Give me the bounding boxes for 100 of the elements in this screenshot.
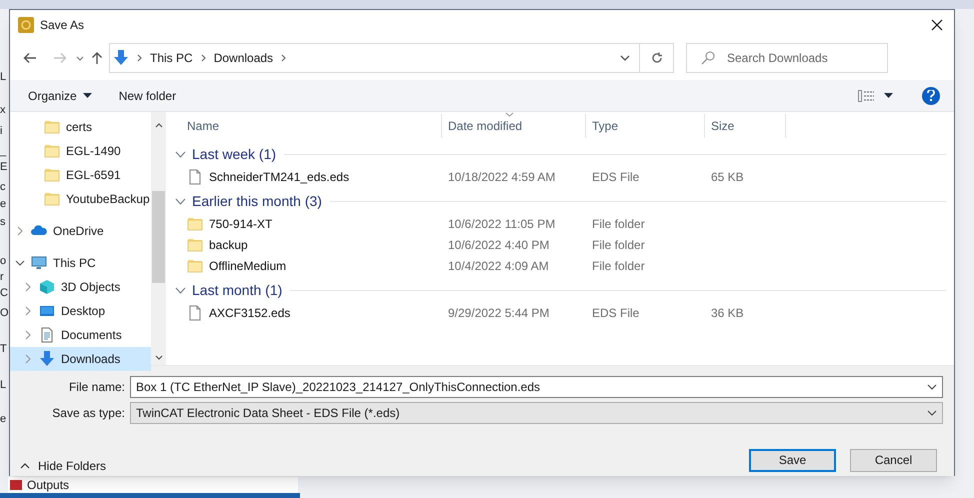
folder-icon — [187, 216, 203, 232]
app-text: c — [0, 180, 6, 194]
chevron-right-icon — [200, 54, 206, 62]
app-tree-item[interactable]: Outputs — [8, 477, 298, 493]
arrow-left-icon — [23, 52, 37, 64]
folder-icon — [44, 191, 60, 207]
app-text: _ — [0, 144, 6, 158]
file-name: AXCF3152.eds — [209, 304, 290, 322]
nav-item[interactable]: 3D Objects — [10, 275, 151, 299]
group-header[interactable]: Last week (1) — [169, 142, 946, 166]
chevron-down-icon — [76, 56, 84, 60]
column-header[interactable]: Date modified — [442, 114, 586, 138]
chevron-right-icon[interactable] — [23, 306, 33, 316]
chevron-down-icon — [155, 355, 163, 360]
column-header[interactable]: Type — [586, 114, 705, 138]
hide-folders-button[interactable]: Hide Folders — [18, 456, 108, 476]
chevron-right-icon[interactable] — [23, 330, 33, 340]
field-label: File name: — [68, 379, 126, 396]
chevron-up-icon — [155, 123, 163, 128]
nav-item[interactable]: EGL-6591 — [10, 163, 151, 187]
search-input[interactable]: Search Downloads — [727, 49, 877, 67]
file-row[interactable]: AXCF3152.eds 9/29/2022 5:44 PM EDS File 36 KB — [169, 302, 946, 323]
dialog-button[interactable]: Save — [749, 448, 836, 472]
nav-item[interactable]: Documents — [10, 323, 151, 347]
chevron-down-icon — [175, 198, 186, 204]
dialog-button[interactable]: Cancel — [850, 448, 937, 472]
app-text: O — [0, 306, 9, 320]
file-size: 36 KB — [711, 306, 744, 320]
file-row[interactable]: SchneiderTM241_eds.eds 10/18/2022 4:59 AM EDS File 65 KB — [169, 166, 946, 187]
file-name-input[interactable]: Box 1 (TC EtherNet_IP Slave)_20221023_214127_OnlyThisConnection.eds — [131, 378, 927, 396]
file-type: File folder — [592, 258, 645, 272]
caret-down-icon — [884, 93, 893, 98]
tree-label: Outputs — [27, 477, 70, 494]
scrollbar-thumb[interactable] — [152, 191, 165, 283]
download-arrow-icon — [113, 50, 129, 66]
chevron-right-icon[interactable] — [15, 226, 25, 236]
document-icon — [39, 327, 55, 343]
folder-icon — [187, 236, 203, 252]
help-button[interactable] — [922, 86, 940, 104]
download-arrow-icon — [39, 351, 55, 367]
app-text: i — [0, 124, 2, 138]
field-label: Save as type: — [51, 405, 126, 422]
file-date: 10/6/2022 11:05 PM — [448, 216, 556, 230]
app-text: L — [0, 70, 6, 84]
file-date: 10/18/2022 4:59 AM — [448, 170, 556, 184]
file-name-field[interactable]: Box 1 (TC EtherNet_IP Slave)_20221023_214127_OnlyThisConnection.eds — [130, 376, 943, 398]
file-row[interactable]: backup 10/6/2022 4:40 PM File folder — [169, 234, 946, 255]
new-folder-button[interactable]: New folder — [112, 84, 182, 108]
breadcrumb-item[interactable]: This PC — [150, 49, 193, 67]
group-header[interactable]: Earlier this month (3) — [169, 189, 946, 213]
monitor-icon — [31, 255, 47, 271]
app-text: x — [0, 103, 6, 117]
nav-item[interactable]: Downloads — [10, 347, 151, 371]
refresh-icon — [650, 52, 662, 64]
save-type-dropdown[interactable]: TwinCAT Electronic Data Sheet - EDS File (*.eds) — [130, 402, 943, 424]
file-name: backup — [209, 236, 248, 254]
nav-item[interactable]: OneDrive — [10, 219, 151, 243]
nav-item[interactable]: certs — [10, 115, 151, 139]
app-text: E — [0, 160, 8, 174]
chevron-down-icon — [927, 384, 937, 390]
column-header[interactable]: Name — [169, 114, 442, 138]
organize-button[interactable]: Organize — [21, 84, 99, 108]
chevron-down-icon — [620, 55, 630, 61]
address-bar[interactable]: This PC Downloads — [109, 43, 674, 73]
window-title: Save As — [40, 17, 84, 34]
nav-item[interactable]: YoutubeBackup — [10, 187, 151, 211]
chevron-down-icon — [175, 286, 186, 294]
chevron-right-icon[interactable] — [23, 282, 33, 292]
file-icon — [187, 304, 203, 320]
column-header[interactable]: Size — [705, 114, 786, 138]
arrow-up-icon — [91, 51, 103, 65]
group-header[interactable]: Last month (1) — [169, 278, 946, 302]
file-row[interactable]: OfflineMedium 10/4/2022 4:09 AM File folder — [169, 255, 946, 276]
nav-item[interactable]: Desktop — [10, 299, 151, 323]
chevron-right-icon — [281, 54, 286, 62]
app-text: r — [0, 270, 4, 284]
details-view-icon — [858, 90, 874, 102]
file-type: File folder — [592, 216, 645, 230]
nav-item[interactable]: This PC — [10, 251, 151, 275]
folder-icon — [187, 258, 203, 274]
scrollbar[interactable] — [151, 112, 166, 365]
file-date: 10/6/2022 4:40 PM — [448, 238, 550, 252]
chevron-right-icon[interactable] — [23, 354, 33, 364]
file-row[interactable]: 750-914-XT 10/6/2022 11:05 PM File folder — [169, 213, 946, 234]
desktop-icon — [39, 303, 55, 319]
app-text: s — [0, 215, 6, 229]
nav-item[interactable]: EGL-1490 — [10, 139, 151, 163]
app-text: e — [0, 412, 6, 426]
chevron-up-icon — [20, 463, 30, 469]
chevron-down-icon[interactable] — [15, 258, 25, 268]
help-icon — [927, 90, 935, 101]
file-date: 9/29/2022 5:44 PM — [448, 306, 550, 320]
breadcrumb-item[interactable]: Downloads — [214, 49, 274, 67]
app-text: o — [0, 254, 6, 268]
app-text: e — [0, 197, 6, 211]
file-type: EDS File — [592, 170, 640, 184]
arrow-right-icon — [53, 52, 67, 64]
folder-icon — [44, 119, 60, 135]
file-type: EDS File — [592, 306, 640, 320]
search-field[interactable]: Search Downloads — [686, 43, 888, 73]
